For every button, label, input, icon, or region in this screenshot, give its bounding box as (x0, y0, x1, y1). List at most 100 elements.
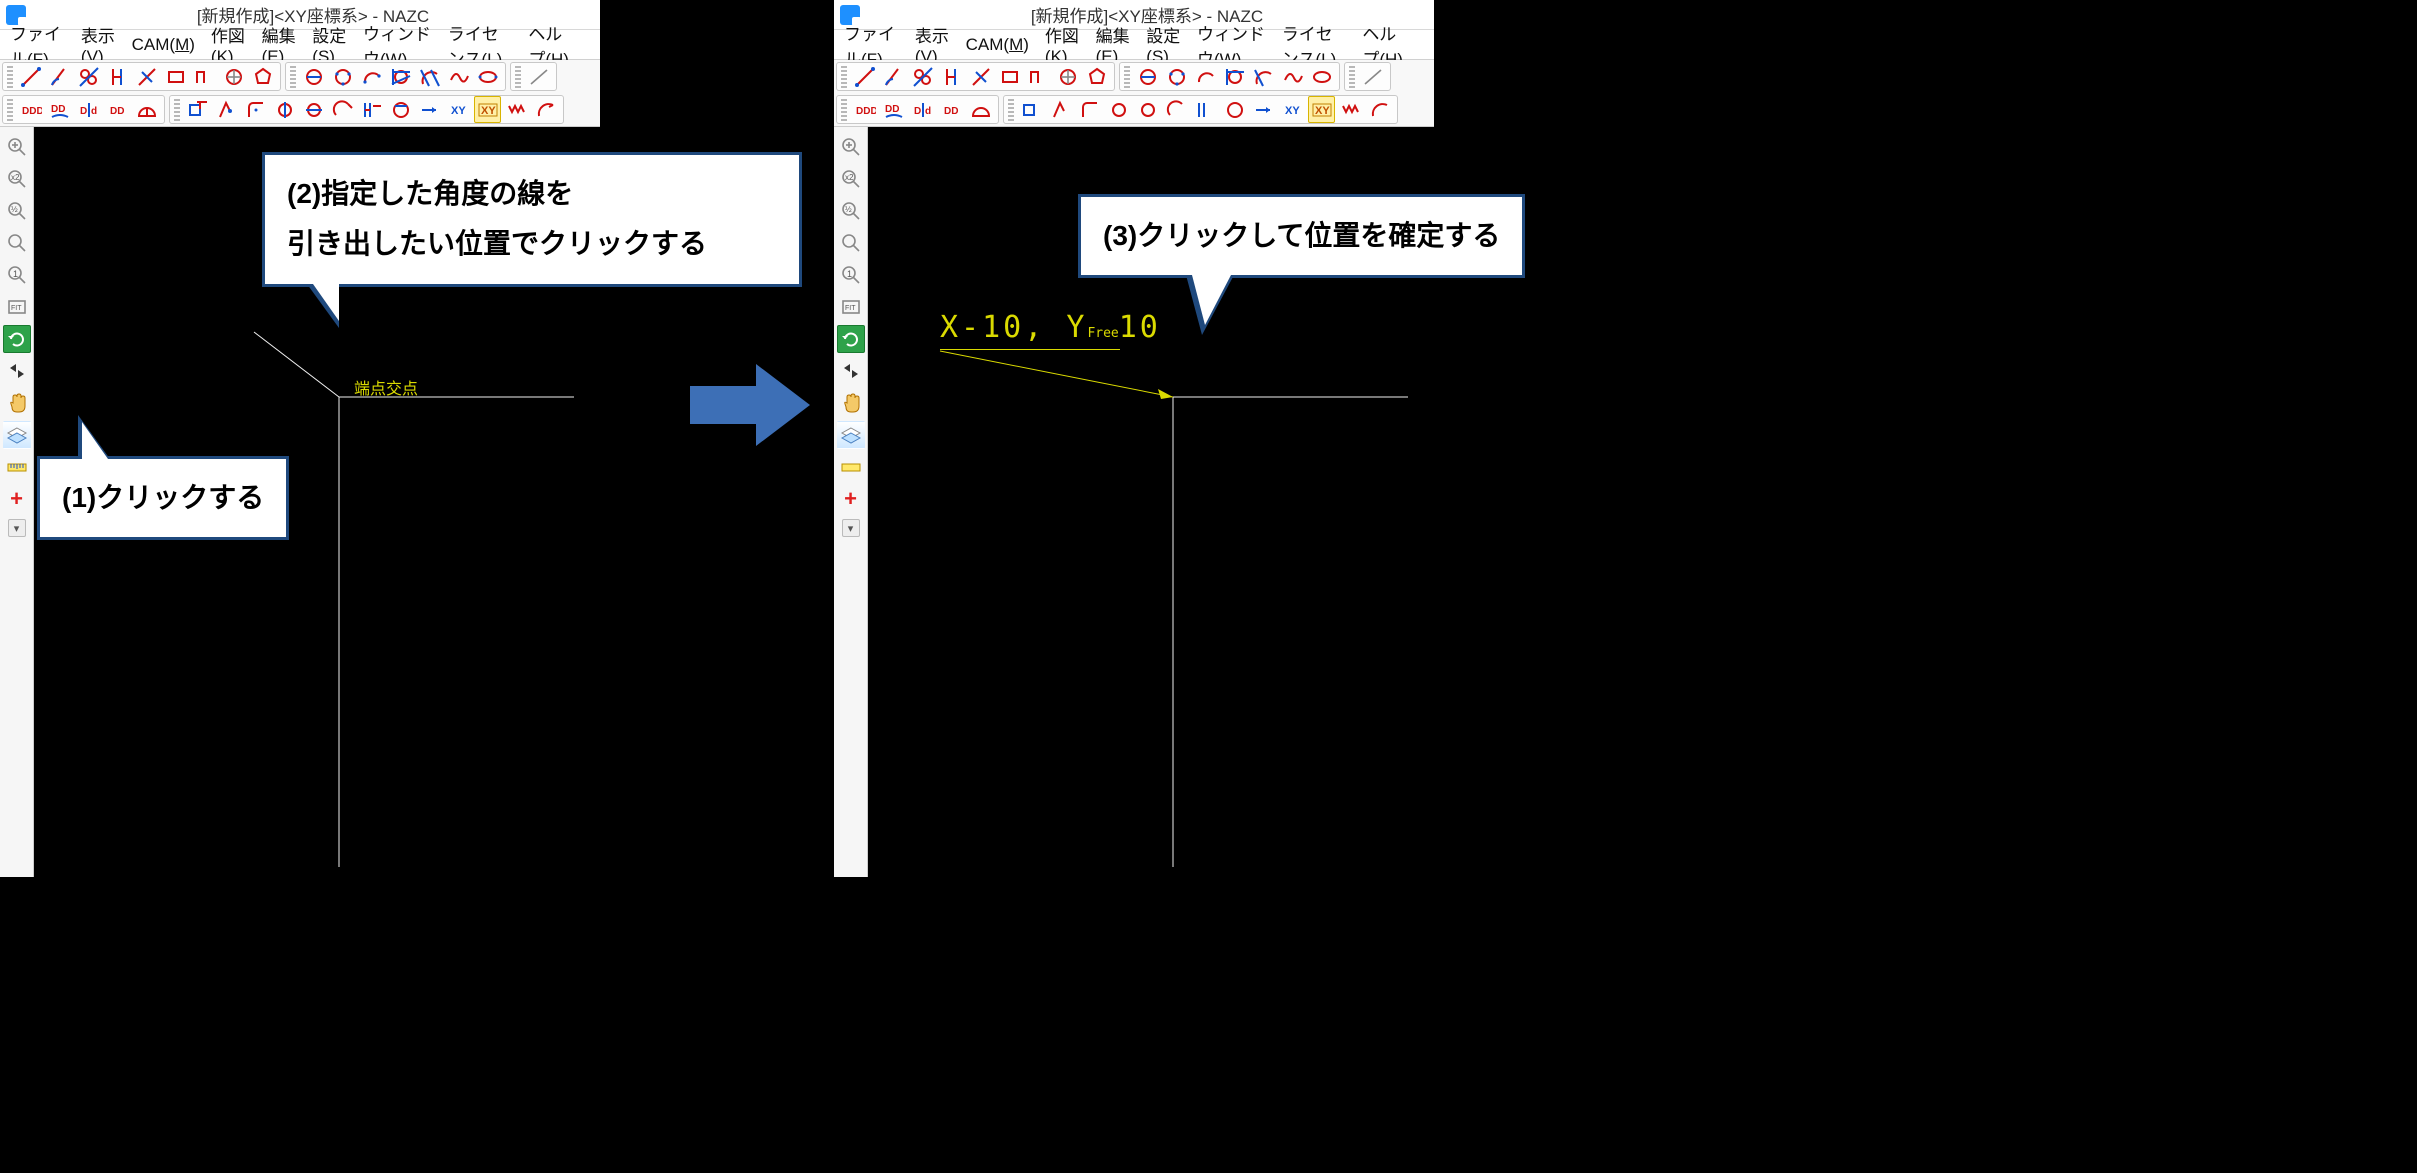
tb-dim-v-icon[interactable] (1192, 96, 1219, 123)
tb-parallel-icon[interactable] (938, 63, 965, 90)
vtb-undo-redo-icon[interactable] (837, 357, 865, 385)
vtb-zoom-x2-icon[interactable]: x2 (837, 165, 865, 193)
tb-dim-group: DDD DD Dd DD (2, 95, 165, 124)
tb-arc-tool-icon[interactable] (329, 96, 356, 123)
vtb-zoom-icon[interactable] (3, 229, 31, 257)
svg-text:DD: DD (944, 106, 958, 117)
tb-center-circle-icon[interactable] (1054, 63, 1081, 90)
tb-dd-arc-icon[interactable]: DD (880, 96, 907, 123)
tb-pick-icon[interactable] (213, 96, 240, 123)
vtb-scroll-down-icon[interactable]: ▾ (8, 519, 26, 537)
tb-parallel-icon[interactable] (104, 63, 131, 90)
tb-circle-dia-icon[interactable] (1134, 63, 1161, 90)
tb-circle-tool1-icon[interactable] (1105, 96, 1132, 123)
tb-arc-seg-icon[interactable] (387, 96, 414, 123)
tb-did-icon[interactable]: Dd (909, 96, 936, 123)
tb-dd-icon[interactable]: DD (938, 96, 965, 123)
vtb-origin-icon[interactable]: + (837, 485, 865, 513)
tb-arc-tool-icon[interactable] (1163, 96, 1190, 123)
tb-trim-rect-icon[interactable] (184, 96, 211, 123)
tb-tan2-icon[interactable] (1250, 63, 1277, 90)
vtb-zoom1-icon[interactable]: 1 (837, 261, 865, 289)
tb-fillet-icon[interactable] (242, 96, 269, 123)
tb-angle-line-icon[interactable] (880, 63, 907, 90)
tb-ellipse-icon[interactable] (474, 63, 501, 90)
tb-protractor-icon[interactable] (967, 96, 994, 123)
tb-tangent-circles-icon[interactable] (75, 63, 102, 90)
tb-ellipse-icon[interactable] (1308, 63, 1335, 90)
vtb-zoom-half-icon[interactable]: ½ (3, 197, 31, 225)
vtb-zoom-in-icon[interactable] (837, 133, 865, 161)
tb-circle-tool1-icon[interactable] (271, 96, 298, 123)
tb-polygon-icon[interactable] (1083, 63, 1110, 90)
vtb-refresh-icon[interactable] (837, 325, 865, 353)
tb-tan2-icon[interactable] (416, 63, 443, 90)
tb-arc-icon[interactable] (1192, 63, 1219, 90)
tb-polyline-icon[interactable] (1025, 63, 1052, 90)
tb-ddd-icon[interactable]: DDD (17, 96, 44, 123)
tb-perp-icon[interactable] (133, 63, 160, 90)
vtb-pan-hand-icon[interactable] (3, 389, 31, 417)
tb-line-icon[interactable] (17, 63, 44, 90)
vtb-layers-icon[interactable] (3, 421, 31, 449)
vtb-zoom-half-icon[interactable]: ½ (837, 197, 865, 225)
vtb-origin-icon[interactable]: + (3, 485, 31, 513)
tb-polyline-icon[interactable] (191, 63, 218, 90)
tb-tan3-icon[interactable] (1221, 63, 1248, 90)
tb-wave-icon[interactable] (1279, 63, 1306, 90)
vtb-ruler-icon[interactable] (3, 453, 31, 481)
tb-arc-dim-icon[interactable] (1366, 96, 1393, 123)
tb-dd-icon[interactable]: DD (104, 96, 131, 123)
tb-rect-icon[interactable] (996, 63, 1023, 90)
tb-center-circle-icon[interactable] (220, 63, 247, 90)
tb-tangent-circles-icon[interactable] (909, 63, 936, 90)
tb-xy-icon[interactable]: XY (445, 96, 472, 123)
tb-vvv-icon[interactable] (1337, 96, 1364, 123)
tb-polygon-icon[interactable] (249, 63, 276, 90)
tb-circle-tool2-icon[interactable] (300, 96, 327, 123)
tb-fillet-icon[interactable] (1076, 96, 1103, 123)
tb-did-icon[interactable]: Dd (75, 96, 102, 123)
vtb-scroll-down-icon[interactable]: ▾ (842, 519, 860, 537)
vtb-zoom-icon[interactable] (837, 229, 865, 257)
tb-ddd-icon[interactable]: DDD (851, 96, 878, 123)
tb-line-icon[interactable] (851, 63, 878, 90)
tb-line2-icon[interactable] (525, 63, 552, 90)
vtb-ruler-icon[interactable] (837, 453, 865, 481)
tb-trim-rect-icon[interactable] (1018, 96, 1045, 123)
vtb-zoom-in-icon[interactable] (3, 133, 31, 161)
vtb-refresh-icon[interactable] (3, 325, 31, 353)
tb-xy-icon[interactable]: XY (1279, 96, 1306, 123)
tb-circle-dia-icon[interactable] (300, 63, 327, 90)
tb-pick-icon[interactable] (1047, 96, 1074, 123)
tb-protractor-icon[interactable] (133, 96, 160, 123)
menu-cam[interactable]: CAM(M) (966, 35, 1029, 55)
tb-arrow-icon[interactable] (1250, 96, 1277, 123)
tb-rect-icon[interactable] (162, 63, 189, 90)
tb-angle-line-icon[interactable] (46, 63, 73, 90)
vtb-fit-icon[interactable]: FIT (837, 293, 865, 321)
menu-cam[interactable]: CAM(M) (132, 35, 195, 55)
tb-dd-arc-icon[interactable]: DD (46, 96, 73, 123)
tb-circle-tool2-icon[interactable] (1134, 96, 1161, 123)
vtb-zoom1-icon[interactable]: 1 (3, 261, 31, 289)
vtb-pan-hand-icon[interactable] (837, 389, 865, 417)
vtb-fit-icon[interactable]: FIT (3, 293, 31, 321)
vtb-undo-redo-icon[interactable] (3, 357, 31, 385)
tb-vvv-icon[interactable] (503, 96, 530, 123)
tb-circle-3pt-icon[interactable] (1163, 63, 1190, 90)
tb-tan3-icon[interactable] (387, 63, 414, 90)
tb-arc-icon[interactable] (358, 63, 385, 90)
tb-perp-icon[interactable] (967, 63, 994, 90)
tb-dim-v-icon[interactable] (358, 96, 385, 123)
tb-xy-box-icon[interactable]: XY (1308, 96, 1335, 123)
tb-xy-box-icon[interactable]: XY (474, 96, 501, 123)
tb-arc-dim-icon[interactable] (532, 96, 559, 123)
vtb-layers-icon[interactable] (837, 421, 865, 449)
tb-line2-icon[interactable] (1359, 63, 1386, 90)
tb-arc-seg-icon[interactable] (1221, 96, 1248, 123)
tb-arrow-icon[interactable] (416, 96, 443, 123)
vtb-zoom-x2-icon[interactable]: x2 (3, 165, 31, 193)
tb-circle-3pt-icon[interactable] (329, 63, 356, 90)
tb-wave-icon[interactable] (445, 63, 472, 90)
